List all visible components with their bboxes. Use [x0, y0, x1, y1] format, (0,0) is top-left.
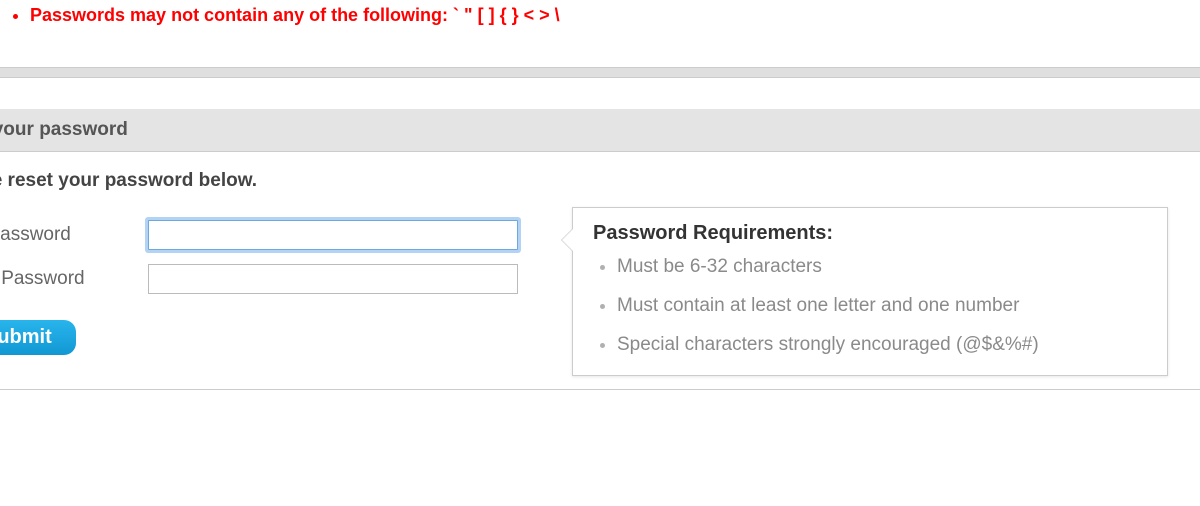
error-area: Passwords may not contain any of the fol… [0, 4, 1200, 67]
error-forbidden-chars: Passwords may not contain any of the fol… [30, 4, 1200, 27]
reset-form: ter Password type Password Submit Passwo… [0, 220, 1200, 355]
section-title: set your password [0, 108, 1200, 152]
enter-password-label: ter Password [0, 224, 148, 246]
tooltip-arrow-icon [561, 228, 573, 252]
password-requirements-tooltip: Password Requirements: Must be 6-32 char… [572, 207, 1168, 376]
reset-password-section: set your password ease reset your passwo… [0, 108, 1200, 390]
tooltip-rule: Must contain at least one letter and one… [617, 294, 1147, 319]
tooltip-rule: Must be 6-32 characters [617, 255, 1147, 280]
submit-button[interactable]: Submit [0, 320, 76, 355]
tooltip-rules-list: Must be 6-32 characters Must contain at … [593, 255, 1147, 357]
tooltip-title: Password Requirements: [593, 222, 1147, 245]
enter-password-input[interactable] [148, 220, 518, 250]
tooltip-rule: Special characters strongly encouraged (… [617, 333, 1147, 358]
separator [0, 67, 1200, 78]
retype-password-input[interactable] [148, 264, 518, 294]
retype-password-label: type Password [0, 268, 148, 290]
error-list: Passwords may not contain any of the fol… [0, 4, 1200, 27]
